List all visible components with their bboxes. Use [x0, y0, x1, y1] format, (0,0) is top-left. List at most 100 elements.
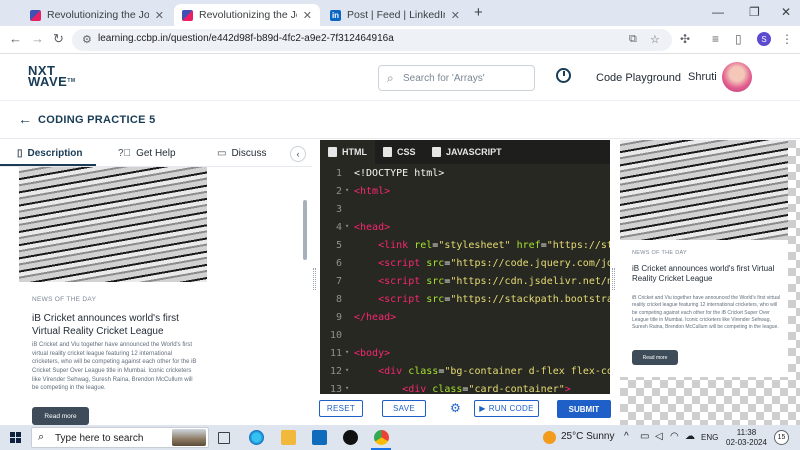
extensions-icon[interactable]: ✣	[680, 32, 690, 46]
code-editor[interactable]: HTML CSS JAVASCRIPT 1 <!DOCTYPE html> 2 ▾ <h…	[320, 140, 610, 394]
code-line[interactable]: 5 <link rel="stylesheet" href="https://s…	[320, 238, 610, 256]
news-description: iB Cricket and Viu together have announc…	[632, 295, 781, 330]
read-more-button[interactable]: Read more	[32, 407, 89, 425]
code-token: class	[432, 384, 463, 394]
code-line[interactable]: 4 ▾ <head>	[320, 220, 610, 238]
splitter-handle-right[interactable]	[612, 268, 615, 290]
ccbp-favicon-icon	[30, 9, 41, 21]
clock[interactable]: 11:38 02-03-2024	[726, 428, 767, 448]
code-token: rel	[414, 240, 433, 251]
code-line[interactable]: 1 <!DOCTYPE html>	[320, 166, 610, 184]
browser-tab-3[interactable]: in Post | Feed | LinkedIn ✕	[322, 4, 468, 26]
edge-icon[interactable]	[249, 430, 264, 445]
site-settings-icon[interactable]: ⚙	[82, 33, 92, 46]
code-playground-link[interactable]: Code Playground	[596, 72, 681, 84]
fold-chevron-icon[interactable]: ▾	[345, 348, 349, 356]
tab-label: Get Help	[136, 148, 176, 159]
back-icon[interactable]: ←	[9, 31, 22, 46]
editor-tabs: HTML CSS JAVASCRIPT	[320, 140, 610, 164]
collapse-panel-button[interactable]: ‹	[290, 146, 306, 162]
file-explorer-icon[interactable]	[281, 430, 296, 445]
tab-javascript[interactable]: JAVASCRIPT	[424, 140, 510, 164]
chevron-up-icon[interactable]: ^	[624, 431, 629, 442]
line-number: 7	[335, 276, 342, 287]
address-bar[interactable]: ⚙ learning.ccbp.in/question/e442d98f-b89…	[72, 29, 672, 51]
code-token: "https://stac	[546, 240, 610, 251]
code-line[interactable]: 10	[320, 328, 610, 346]
code-line[interactable]: 11 ▾ <body>	[320, 346, 610, 364]
code-lines[interactable]: 1 <!DOCTYPE html> 2 ▾ <html> 3 4 ▾ <head> 5 <link…	[320, 166, 610, 394]
network-icon[interactable]: ▭	[640, 431, 649, 442]
volume-icon[interactable]: ◁	[655, 431, 663, 442]
reload-icon[interactable]: ↻	[53, 31, 64, 47]
notification-badge[interactable]: 15	[774, 430, 789, 445]
scrollbar[interactable]	[303, 200, 307, 260]
code-line[interactable]: 2 ▾ <html>	[320, 184, 610, 202]
splitter-handle-left[interactable]	[313, 268, 316, 290]
app-header: NXT WAVETM ⌕ Search for 'Arrays' Code Pl…	[0, 55, 800, 101]
news-tag: NEWS OF THE DAY	[632, 250, 688, 256]
side-panel-icon[interactable]: ▯	[735, 32, 742, 46]
read-more-button[interactable]: Read more	[632, 350, 678, 365]
timer-icon[interactable]	[556, 68, 571, 83]
code-line[interactable]: 9 </head>	[320, 310, 610, 328]
code-line[interactable]: 7 <script src="https://cdn.jsdelivr.net/…	[320, 274, 610, 292]
forward-icon[interactable]: →	[31, 31, 44, 46]
close-window-icon[interactable]: ✕	[781, 5, 791, 19]
tab-discuss[interactable]: ▭ Discuss	[217, 148, 266, 159]
fold-chevron-icon[interactable]: ▾	[345, 186, 349, 194]
task-view-icon[interactable]	[218, 432, 230, 444]
code-token: <div	[378, 366, 409, 377]
mail-icon[interactable]	[312, 430, 327, 445]
submit-button[interactable]: SUBMIT	[557, 400, 611, 418]
code-line[interactable]: 3	[320, 202, 610, 220]
search-input[interactable]: ⌕ Search for 'Arrays'	[378, 65, 535, 91]
user-name[interactable]: Shruti	[688, 71, 717, 83]
nxtwave-logo[interactable]: NXT WAVETM	[28, 64, 76, 88]
menu-kebab-icon[interactable]: ⋮	[781, 32, 793, 46]
install-icon[interactable]: ⧉	[629, 33, 637, 46]
code-line[interactable]: 6 <script src="https://code.jquery.com/j…	[320, 256, 610, 274]
bookmark-star-icon[interactable]: ☆	[650, 33, 660, 46]
fold-chevron-icon[interactable]: ▾	[345, 384, 349, 392]
media-icon[interactable]: ≡	[712, 32, 719, 46]
taskbar-search-input[interactable]: ⌕ Type here to search	[31, 427, 209, 448]
minimize-icon[interactable]: —	[712, 5, 724, 19]
reset-button[interactable]: RESET	[319, 400, 363, 417]
tab-get-help[interactable]: ?⃝ Get Help	[118, 148, 176, 159]
code-line[interactable]: 8 <script src="https://stackpath.bootstr…	[320, 292, 610, 310]
restore-icon[interactable]: ❐	[749, 5, 760, 19]
language-indicator[interactable]: ENG	[701, 433, 718, 442]
tab-html[interactable]: HTML	[320, 140, 375, 164]
fold-chevron-icon[interactable]: ▾	[345, 222, 349, 230]
new-tab-icon[interactable]: +	[474, 4, 483, 21]
code-line[interactable]: 12 ▾ <div class="bg-container d-flex flex…	[320, 364, 610, 382]
line-number: 6	[335, 258, 342, 269]
cloud-icon[interactable]: ☁	[685, 431, 695, 442]
dell-icon[interactable]	[343, 430, 358, 445]
close-tab-icon[interactable]: ✕	[303, 9, 312, 22]
tab-description[interactable]: ▯ Description	[17, 148, 83, 159]
browser-tab-2[interactable]: Revolutionizing the Job Market ✕	[174, 4, 320, 26]
code-line[interactable]: 13 ▾ <div class="card-container">	[320, 382, 610, 394]
browser-profile-avatar[interactable]: S	[757, 32, 771, 46]
close-tab-icon[interactable]: ✕	[155, 9, 164, 22]
weather-text[interactable]: 25°C Sunny	[561, 431, 614, 442]
close-tab-icon[interactable]: ✕	[451, 9, 460, 22]
avatar[interactable]	[722, 62, 752, 92]
code-token: <div	[402, 384, 433, 394]
back-arrow-icon[interactable]: ←	[18, 111, 32, 127]
code-token: "bg-container d-flex flex-colu	[444, 366, 610, 377]
save-button[interactable]: SAVE	[382, 400, 426, 417]
gear-icon[interactable]: ⚙	[450, 401, 461, 415]
fold-chevron-icon[interactable]: ▾	[345, 366, 349, 374]
wifi-icon[interactable]: ◠	[670, 431, 679, 442]
run-code-button[interactable]: ▶ RUN CODE	[474, 400, 539, 417]
browser-tab-1[interactable]: Revolutionizing the Job Market ✕	[22, 4, 172, 26]
page-title: CODING PRACTICE 5	[38, 114, 156, 126]
left-panel-tabs: ▯ Description ?⃝ Get Help ▭ Discuss ‹	[0, 140, 312, 167]
windows-start-icon[interactable]	[10, 432, 21, 443]
line-number: 11	[329, 348, 342, 359]
tab-css[interactable]: CSS	[375, 140, 424, 164]
chrome-icon[interactable]	[374, 430, 389, 445]
